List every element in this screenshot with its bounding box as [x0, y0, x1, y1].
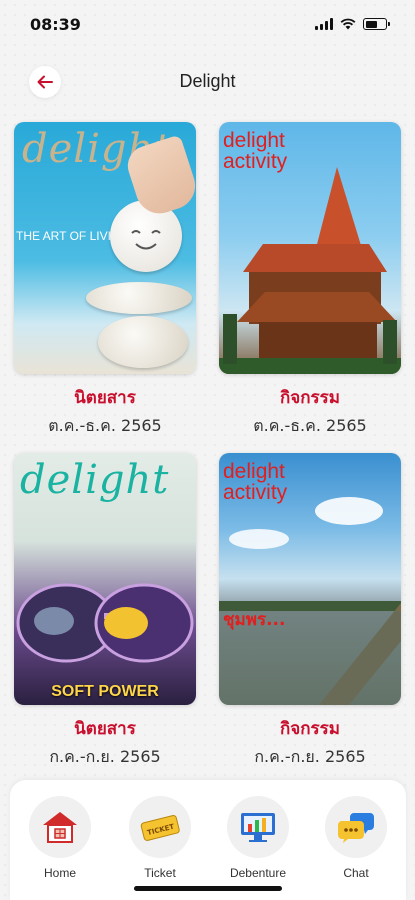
nav-ticket[interactable]: TICKET Ticket [120, 796, 200, 880]
nav-ticket-circle[interactable]: TICKET [129, 796, 191, 858]
status-icons [315, 18, 390, 30]
magazine-cover[interactable]: delight activity [219, 122, 401, 374]
header: Delight [0, 60, 415, 104]
magazine-cover[interactable]: delight activity ชุมพร... [219, 453, 401, 705]
home-indicator [134, 886, 282, 891]
magazine-card[interactable]: delight activity ชุมพร... กิจกรรม ก.ค.-ก… [219, 453, 401, 770]
nav-home[interactable]: Home [20, 796, 100, 880]
status-bar: 08:39 [0, 0, 415, 48]
nav-label: Ticket [144, 866, 176, 880]
home-icon [43, 812, 77, 843]
signal-icon [315, 18, 333, 30]
nav-label: Chat [343, 866, 369, 880]
card-period: ก.ค.-ก.ย. 2565 [49, 747, 161, 766]
card-category: นิตยสาร [74, 719, 136, 739]
nav-debenture[interactable]: Debenture [218, 796, 298, 880]
stone [86, 282, 192, 314]
magazine-cover[interactable]: delight THE ART OF LIVING [14, 122, 196, 374]
card-period: ก.ค.-ก.ย. 2565 [254, 747, 366, 766]
cover-headline: ชุมพร... [223, 610, 286, 630]
ticket-icon: TICKET [140, 815, 180, 841]
magazine-card[interactable]: delight activity กิจกรรม ต.ค.-ธ.ค. 2565 [219, 122, 401, 439]
nav-label: Home [43, 866, 76, 880]
bottom-navigation: Home TICKET Ticket Debenture Chat [10, 780, 406, 900]
stone [98, 316, 188, 368]
magazine-grid: delight THE ART OF LIVING นิตยสาร ต.ค.-ธ… [14, 122, 401, 770]
status-time: 08:39 [30, 14, 81, 34]
magazine-cover[interactable]: delight SOFT POWER [14, 453, 196, 705]
magazine-card[interactable]: delight THE ART OF LIVING นิตยสาร ต.ค.-ธ… [14, 122, 196, 439]
card-period: ต.ค.-ธ.ค. 2565 [253, 416, 367, 435]
page-title: Delight [179, 71, 236, 91]
card-period: ต.ค.-ธ.ค. 2565 [48, 416, 162, 435]
cover-illustration [219, 497, 401, 705]
cover-illustration [16, 583, 194, 663]
card-category: กิจกรรม [279, 388, 340, 408]
nav-label: Debenture [229, 866, 287, 880]
card-category: นิตยสาร [74, 388, 136, 408]
battery-icon [363, 18, 390, 30]
nav-chat[interactable]: Chat [316, 796, 396, 880]
nav-debenture-circle[interactable] [227, 796, 289, 858]
chart-monitor-icon [241, 813, 275, 842]
nav-chat-circle[interactable] [325, 796, 387, 858]
cover-headline: SOFT POWER [51, 683, 159, 700]
chat-icon [338, 813, 374, 843]
magazine-card[interactable]: delight SOFT POWER นิตยสาร ก.ค.-ก.ย. 256… [14, 453, 196, 770]
cover-illustration [219, 167, 401, 374]
wifi-icon [340, 18, 356, 30]
nav-home-circle[interactable] [29, 796, 91, 858]
card-category: กิจกรรม [279, 719, 340, 739]
